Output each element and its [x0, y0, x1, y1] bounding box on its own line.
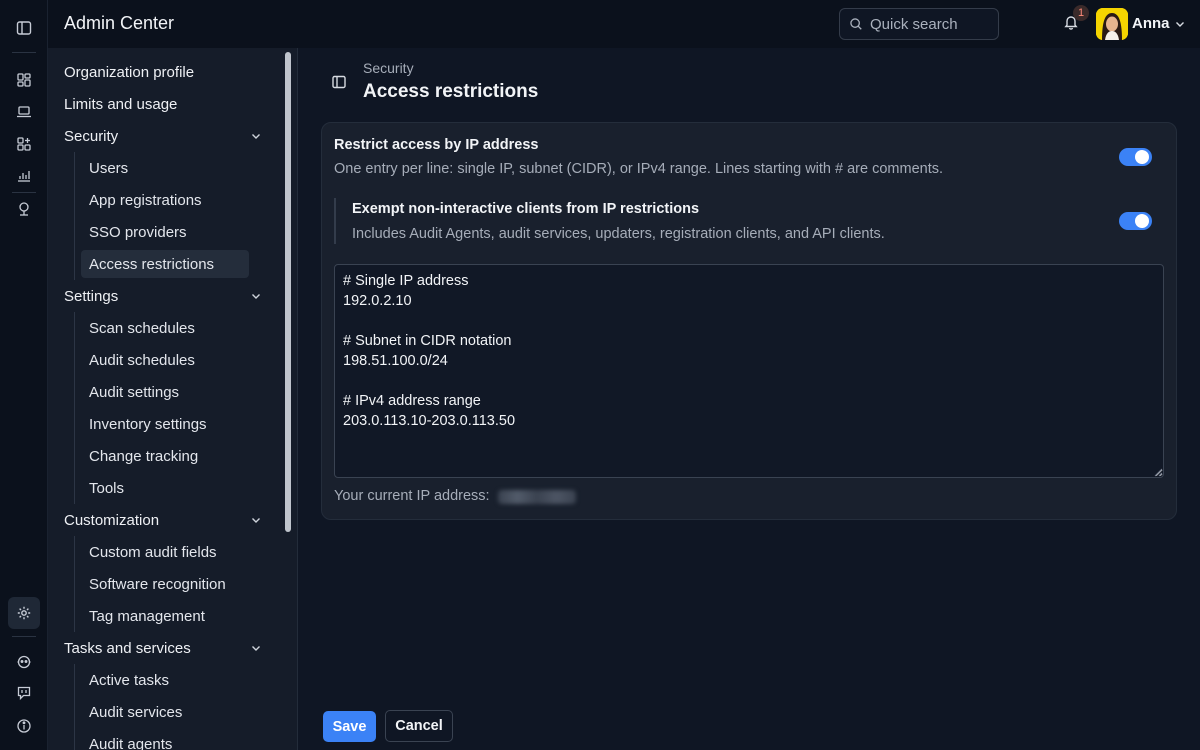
sidebar-item-label: Software recognition — [89, 575, 226, 593]
chevron-down-icon — [252, 646, 260, 651]
sidebar-item-custom-audit-fields[interactable]: Custom audit fields — [81, 538, 249, 566]
apps-icon[interactable] — [8, 128, 40, 160]
sidebar-item-audit-schedules[interactable]: Audit schedules — [81, 346, 249, 374]
app-title: Admin Center — [64, 13, 175, 33]
exempt-clients-description: Includes Audit Agents, audit services, u… — [352, 226, 885, 242]
support-icon[interactable] — [8, 646, 40, 678]
sidebar-section-security[interactable]: Security — [48, 122, 297, 150]
ip-list-textarea[interactable]: # Single IP address 192.0.2.10 # Subnet … — [334, 264, 1164, 478]
chevron-down-icon[interactable] — [1174, 17, 1186, 29]
sidebar-item-tools[interactable]: Tools — [81, 474, 249, 502]
sidebar-item-change-tracking[interactable]: Change tracking — [81, 442, 249, 470]
search-input[interactable] — [870, 15, 990, 33]
panel-toggle-icon[interactable] — [331, 74, 347, 90]
nav-group-line — [74, 312, 75, 504]
dashboard-icon[interactable] — [8, 64, 40, 96]
sidebar-item-label: Access restrictions — [89, 255, 215, 273]
info-icon[interactable] — [8, 710, 40, 742]
sidebar-item-app-registrations[interactable]: App registrations — [81, 186, 249, 214]
laptop-icon[interactable] — [8, 96, 40, 128]
section-label: Settings — [64, 287, 119, 305]
sidebar-item-inventory-settings[interactable]: Inventory settings — [81, 410, 249, 438]
restrict-ip-description: One entry per line: single IP, subnet (C… — [334, 161, 944, 177]
sidebar-item-active-tasks[interactable]: Active tasks — [81, 666, 249, 694]
sidebar-item-label: Scan schedules — [89, 319, 195, 337]
quick-search[interactable] — [839, 8, 999, 40]
rail-divider — [12, 636, 36, 637]
page-title: Access restrictions — [363, 81, 539, 102]
sidebar-toggle-icon[interactable] — [8, 12, 40, 44]
feedback-icon[interactable] — [8, 677, 40, 709]
restrict-ip-toggle[interactable] — [1119, 148, 1152, 166]
indent-line — [334, 198, 336, 244]
sidebar-item-audit-settings[interactable]: Audit settings — [81, 378, 249, 406]
rail-divider — [12, 52, 36, 53]
sidebar-item-label: Audit agents — [89, 735, 173, 750]
sidebar-section-customization[interactable]: Customization — [48, 506, 297, 534]
current-ip-value-blurred — [498, 490, 576, 504]
nav-group-line — [74, 536, 75, 632]
section-label: Customization — [64, 511, 160, 529]
settings-icon[interactable] — [8, 597, 40, 629]
sidebar-section-settings[interactable]: Settings — [48, 282, 297, 310]
sidebar-item-label: Audit services — [89, 703, 183, 721]
sidebar-item-limits-and-usage[interactable]: Limits and usage — [48, 90, 297, 118]
sidebar-section-tasks-and-services[interactable]: Tasks and services — [48, 634, 297, 662]
sidebar-item-tag-management[interactable]: Tag management — [81, 602, 249, 630]
chevron-down-icon — [252, 134, 260, 139]
sidebar-item-label: SSO providers — [89, 223, 187, 241]
sidebar-item-sso-providers[interactable]: SSO providers — [81, 218, 249, 246]
sidebar-item-label: App registrations — [89, 191, 202, 209]
user-name[interactable]: Anna — [1132, 15, 1170, 32]
sidebar-item-access-restrictions[interactable]: Access restrictions — [81, 250, 249, 278]
sidebar-item-scan-schedules[interactable]: Scan schedules — [81, 314, 249, 342]
breadcrumb[interactable]: Security — [363, 60, 414, 76]
resize-grip-icon[interactable] — [1153, 467, 1163, 477]
sidebar-item-label: Audit settings — [89, 383, 180, 401]
sidebar-item-label: Audit schedules — [89, 351, 195, 369]
sidebar-item-software-recognition[interactable]: Software recognition — [81, 570, 249, 598]
notification-badge: 1 — [1073, 5, 1089, 21]
nav-group-line — [74, 664, 75, 750]
search-icon — [850, 18, 862, 30]
sidebar-item-label: Custom audit fields — [89, 543, 217, 561]
reports-icon[interactable] — [8, 159, 40, 191]
exempt-clients-toggle[interactable] — [1119, 212, 1152, 230]
sidebar-scrollbar[interactable] — [285, 52, 291, 532]
save-button[interactable]: Save — [323, 711, 376, 742]
network-icon[interactable] — [8, 193, 40, 225]
restrict-ip-title: Restrict access by IP address — [334, 137, 539, 153]
nav-group-line — [74, 152, 75, 280]
sidebar-item-label: Inventory settings — [89, 415, 207, 433]
chevron-down-icon — [252, 518, 260, 523]
sidebar-item-label: Users — [89, 159, 129, 177]
current-ip-label: Your current IP address: — [334, 488, 490, 504]
sidebar-item-label: Tag management — [89, 607, 205, 625]
chevron-down-icon — [252, 294, 260, 299]
sidebar-item-users[interactable]: Users — [81, 154, 249, 182]
avatar[interactable] — [1096, 8, 1128, 40]
sidebar-item-organization-profile[interactable]: Organization profile — [48, 58, 297, 86]
section-label: Tasks and services — [64, 639, 191, 657]
icon-rail — [0, 0, 48, 750]
cancel-button[interactable]: Cancel — [385, 710, 453, 742]
sidebar-item-audit-services[interactable]: Audit services — [81, 698, 249, 726]
sidebar-item-label: Tools — [89, 479, 125, 497]
sidebar-item-label: Limits and usage — [64, 95, 178, 113]
section-label: Security — [64, 127, 119, 145]
sidebar-item-label: Active tasks — [89, 671, 170, 689]
sidebar-item-audit-agents[interactable]: Audit agents — [81, 730, 249, 750]
top-header: Admin Center — [48, 0, 1200, 48]
settings-sidebar: Organization profile Limits and usage Se… — [48, 48, 298, 750]
exempt-clients-title: Exempt non-interactive clients from IP r… — [352, 201, 700, 217]
sidebar-item-label: Change tracking — [89, 447, 199, 465]
sidebar-item-label: Organization profile — [64, 63, 195, 81]
ip-restrictions-card: Restrict access by IP address One entry … — [321, 122, 1177, 520]
